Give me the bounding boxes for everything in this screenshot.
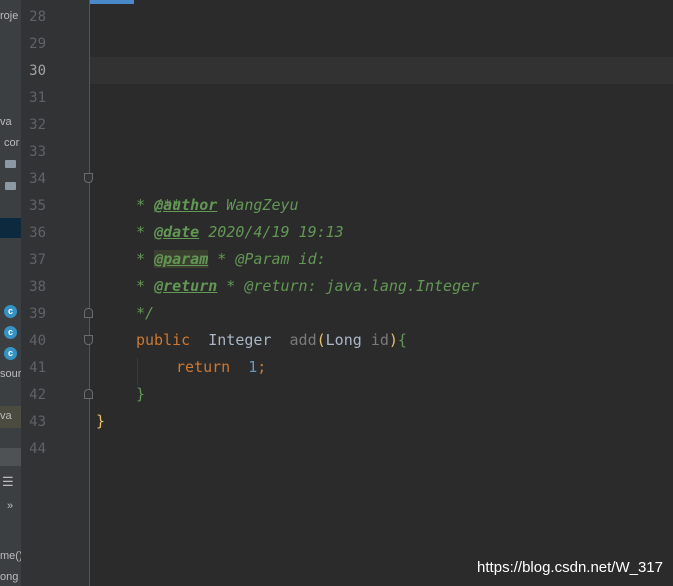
return-value: 1 bbox=[248, 358, 258, 376]
line-number: 41 bbox=[29, 360, 46, 376]
line-number: 29 bbox=[29, 36, 46, 52]
sidebar-item-config[interactable]: cor bbox=[4, 137, 19, 149]
doc-star: * bbox=[136, 250, 155, 268]
paren-close: ) bbox=[388, 331, 398, 349]
sidebar-structure-header bbox=[0, 448, 21, 466]
code-line-class-close[interactable]: } bbox=[96, 408, 105, 435]
line-number: 32 bbox=[29, 117, 46, 133]
sidebar-project-label[interactable]: roje bbox=[0, 10, 18, 22]
param-type: Long bbox=[325, 331, 362, 349]
doc-return-value: * @return: java.lang.Integer bbox=[217, 277, 480, 295]
code-line-doc-close[interactable]: */ bbox=[136, 300, 154, 327]
line-number: 44 bbox=[29, 441, 46, 457]
doc-star: * bbox=[136, 196, 155, 214]
return-type: Integer bbox=[208, 331, 272, 349]
sidebar-item-sources[interactable]: sour bbox=[0, 368, 21, 380]
doc-tag-date: @date bbox=[154, 223, 200, 241]
doc-tag-return: @return bbox=[154, 277, 218, 295]
expand-chevron-icon[interactable]: » bbox=[7, 500, 13, 512]
fold-marker-icon[interactable] bbox=[84, 173, 93, 183]
code-line-doc-open[interactable]: /** bbox=[136, 165, 181, 214]
doc-author-value: WangZeyu bbox=[217, 196, 299, 214]
sidebar-selected-item[interactable] bbox=[0, 218, 21, 238]
fold-marker-icon[interactable] bbox=[84, 308, 93, 318]
fold-marker-icon[interactable] bbox=[84, 335, 93, 345]
code-line-param[interactable]: * @param * @Param id: bbox=[136, 246, 326, 273]
paren-open: ( bbox=[316, 331, 326, 349]
code-line-signature[interactable]: public Integer add(Long id){ bbox=[136, 327, 407, 354]
fold-marker-icon[interactable] bbox=[84, 389, 93, 399]
doc-date-value: 2020/4/19 19:13 bbox=[199, 223, 344, 241]
sidebar-item-java[interactable]: va bbox=[0, 116, 12, 128]
keyword-return: return bbox=[176, 358, 231, 376]
method-name: add bbox=[289, 331, 317, 349]
line-number: 43 bbox=[29, 414, 46, 430]
current-line-highlight bbox=[90, 57, 673, 84]
line-number: 35 bbox=[29, 198, 46, 214]
line-number: 31 bbox=[29, 90, 46, 106]
line-number: 34 bbox=[29, 171, 46, 187]
structure-item-field[interactable]: ong bbox=[0, 571, 18, 583]
doc-star: * bbox=[136, 223, 155, 241]
class-icon: c bbox=[4, 347, 17, 360]
code-line-author[interactable]: * @author WangZeyu bbox=[136, 192, 299, 219]
line-number: 42 bbox=[29, 387, 46, 403]
method-brace-close: } bbox=[136, 385, 146, 403]
line-number: 33 bbox=[29, 144, 46, 160]
line-number: 40 bbox=[29, 333, 46, 349]
line-number: 39 bbox=[29, 306, 46, 322]
folder-icon bbox=[5, 160, 16, 168]
folder-icon bbox=[5, 182, 16, 190]
doc-tag-param: @param bbox=[154, 250, 209, 268]
doc-comment-close: */ bbox=[136, 304, 155, 322]
structure-list-icon[interactable]: ☰ bbox=[2, 474, 14, 490]
doc-tag-author: @author bbox=[154, 196, 218, 214]
class-brace-close: } bbox=[96, 412, 106, 430]
project-sidebar[interactable]: roje va cor c c c sour va ☰ » me() ong bbox=[0, 0, 21, 586]
doc-param-value: * @Param id: bbox=[208, 250, 326, 268]
line-number-current: 30 bbox=[29, 63, 46, 79]
doc-star: * bbox=[136, 277, 155, 295]
sidebar-item-java-file[interactable]: va bbox=[0, 410, 12, 422]
semicolon: ; bbox=[257, 358, 267, 376]
class-icon: c bbox=[4, 326, 17, 339]
code-line-date[interactable]: * @date 2020/4/19 19:13 bbox=[136, 219, 344, 246]
code-line-method-close[interactable]: } bbox=[136, 381, 145, 408]
watermark: https://blog.csdn.net/W_317 bbox=[477, 559, 663, 576]
line-number: 28 bbox=[29, 9, 46, 25]
line-number: 36 bbox=[29, 225, 46, 241]
class-icon: c bbox=[4, 305, 17, 318]
keyword-public: public bbox=[136, 331, 191, 349]
code-line-return-stmt[interactable]: return 1; bbox=[176, 354, 266, 381]
line-number: 37 bbox=[29, 252, 46, 268]
code-line-return[interactable]: * @return * @return: java.lang.Integer bbox=[136, 273, 479, 300]
gutter-separator bbox=[89, 0, 90, 586]
method-brace-open: { bbox=[397, 331, 407, 349]
param-name: id bbox=[370, 331, 389, 349]
structure-item-method[interactable]: me() bbox=[0, 550, 21, 562]
line-number: 38 bbox=[29, 279, 46, 295]
